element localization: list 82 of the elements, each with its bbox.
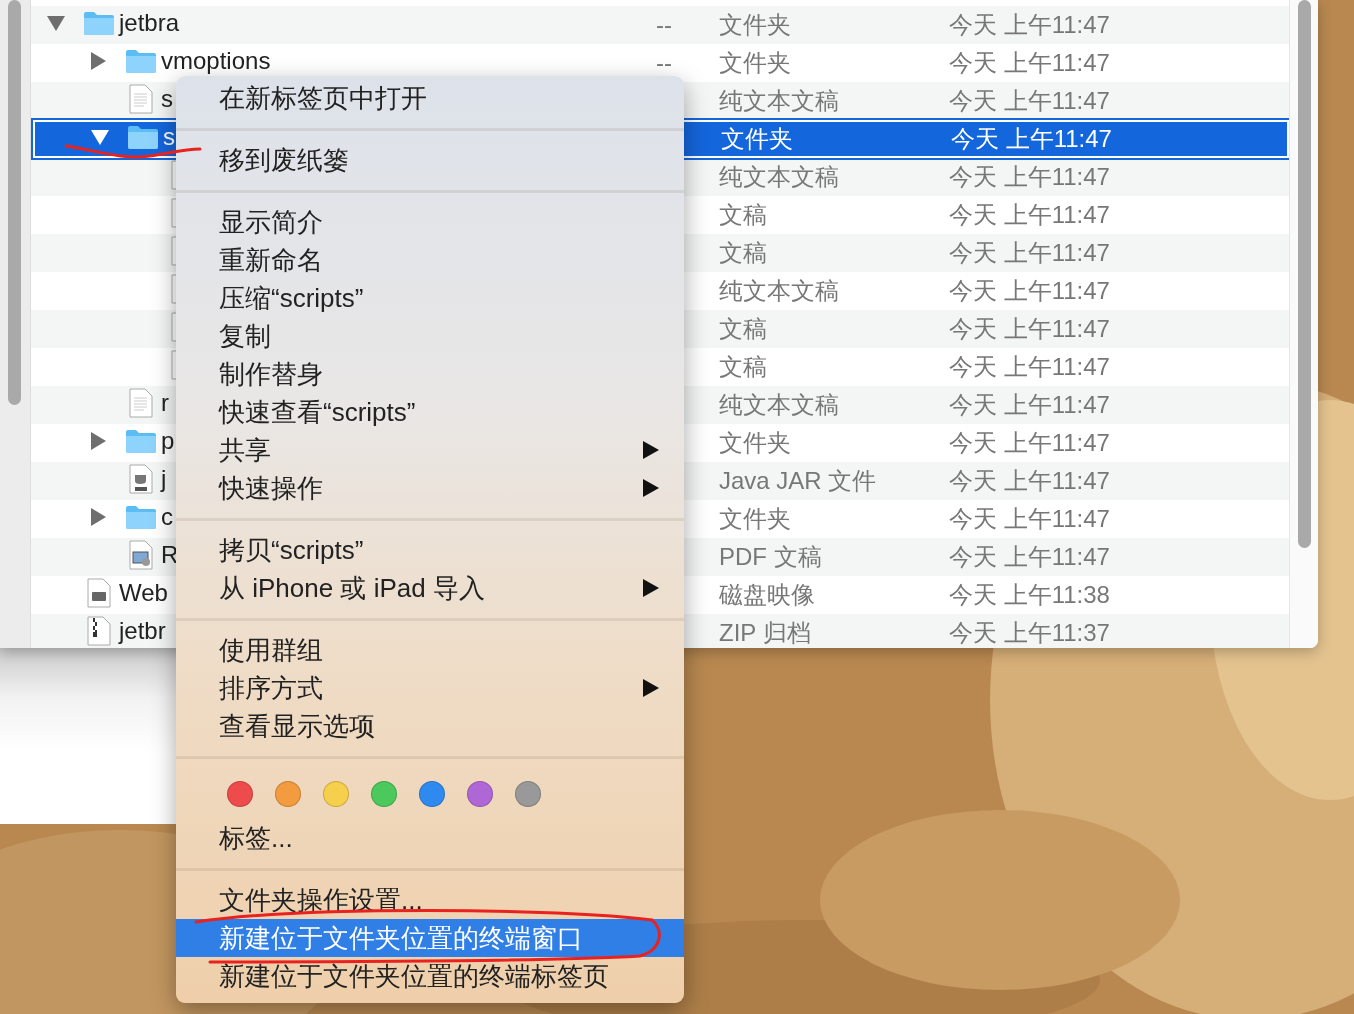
file-type: 文件夹 <box>719 11 791 38</box>
menu-item[interactable]: 显示简介 <box>176 203 684 241</box>
menu-item[interactable]: 移到废纸篓 <box>176 141 684 179</box>
file-type: 文稿 <box>719 353 767 380</box>
file-type: 文件夹 <box>719 49 791 76</box>
file-size: -- <box>656 11 672 38</box>
menu-item[interactable]: 从 iPhone 或 iPad 导入 <box>176 569 684 607</box>
file-date: 今天 上午11:47 <box>951 125 1112 152</box>
tag-dot[interactable] <box>227 781 253 807</box>
menu-item[interactable]: 快速查看“scripts” <box>176 393 684 431</box>
file-date: 今天 上午11:47 <box>949 391 1110 418</box>
file-name: j <box>161 465 167 493</box>
file-type: 文稿 <box>719 201 767 228</box>
file-type: ZIP 归档 <box>719 619 811 646</box>
menu-item[interactable]: 制作替身 <box>176 355 684 393</box>
menu-item[interactable]: 压缩“scripts” <box>176 279 684 317</box>
file-date: 今天 上午11:47 <box>949 239 1110 266</box>
file-date: 今天 上午11:47 <box>949 467 1110 494</box>
tag-dot[interactable] <box>419 781 445 807</box>
tag-dot[interactable] <box>275 781 301 807</box>
disclosure-triangle-icon[interactable] <box>89 127 111 147</box>
file-type: 文件夹 <box>719 505 791 532</box>
folder-icon <box>125 48 157 74</box>
menu-item[interactable]: 新建位于文件夹位置的终端标签页 <box>176 957 684 995</box>
folder-icon <box>127 124 159 150</box>
file-date: 今天 上午11:47 <box>949 201 1110 228</box>
file-name: vmoptions <box>161 47 271 75</box>
file-name: s <box>163 123 175 151</box>
menu-item[interactable]: 查看显示选项 <box>176 707 684 745</box>
menu-item[interactable]: 重新命名 <box>176 241 684 279</box>
folder-icon <box>83 10 115 36</box>
scrollbar-thumb[interactable] <box>1298 0 1311 548</box>
file-type: 文件夹 <box>719 429 791 456</box>
file-name: p <box>161 427 175 455</box>
file-type: 文稿 <box>719 239 767 266</box>
file-type: PDF 文稿 <box>719 543 822 570</box>
file-type: 磁盘映像 <box>719 581 815 608</box>
folder-icon <box>125 428 157 454</box>
scrollbar-thumb[interactable] <box>8 0 21 405</box>
disclosure-triangle-icon[interactable] <box>45 13 67 33</box>
menu-item[interactable]: 新建位于文件夹位置的终端窗口 <box>176 919 684 957</box>
file-date: 今天 上午11:47 <box>949 87 1110 114</box>
menu-item[interactable]: 快速操作 <box>176 469 684 507</box>
file-type: 纯文本文稿 <box>719 277 839 304</box>
file-date: 今天 上午11:37 <box>949 619 1110 646</box>
file-name: r <box>161 389 169 417</box>
file-date: 今天 上午11:47 <box>949 277 1110 304</box>
file-name: Web <box>119 579 168 607</box>
tag-dot[interactable] <box>371 781 397 807</box>
file-size: -- <box>656 49 672 76</box>
file-date: 今天 上午11:47 <box>949 543 1110 570</box>
menu-item[interactable]: 使用群组 <box>176 631 684 669</box>
file-type: 纯文本文稿 <box>719 163 839 190</box>
tag-dot[interactable] <box>323 781 349 807</box>
file-name: jetbra <box>119 9 180 37</box>
file-date: 今天 上午11:47 <box>949 163 1110 190</box>
file-type: 纯文本文稿 <box>719 391 839 418</box>
tag-dot[interactable] <box>515 781 541 807</box>
file-date: 今天 上午11:47 <box>949 49 1110 76</box>
tag-dot[interactable] <box>467 781 493 807</box>
file-name: s <box>161 85 173 113</box>
file-date: 今天 上午11:47 <box>949 429 1110 456</box>
file-type: Java JAR 文件 <box>719 467 877 494</box>
menu-item[interactable]: 共享 <box>176 431 684 469</box>
menu-item[interactable]: 排序方式 <box>176 669 684 707</box>
menu-item[interactable]: 在新标签页中打开 <box>176 79 684 117</box>
file-row[interactable]: jetbra -- 文件夹 今天 上午11:47 <box>31 6 1289 44</box>
menu-item[interactable]: 拷贝“scripts” <box>176 531 684 569</box>
file-date: 今天 上午11:47 <box>949 505 1110 532</box>
file-date: 今天 上午11:47 <box>949 315 1110 342</box>
file-name: c <box>161 503 173 531</box>
menu-item[interactable]: 复制 <box>176 317 684 355</box>
folder-icon <box>125 504 157 530</box>
file-type: 文稿 <box>719 315 767 342</box>
file-type: 文件夹 <box>721 125 793 152</box>
file-name: jetbr <box>119 617 166 645</box>
file-type: 纯文本文稿 <box>719 87 839 114</box>
menu-item[interactable]: 标签... <box>176 819 293 857</box>
file-date: 今天 上午11:38 <box>949 581 1110 608</box>
file-date: 今天 上午11:47 <box>949 11 1110 38</box>
file-name: R <box>161 541 179 569</box>
file-date: 今天 上午11:47 <box>949 353 1110 380</box>
